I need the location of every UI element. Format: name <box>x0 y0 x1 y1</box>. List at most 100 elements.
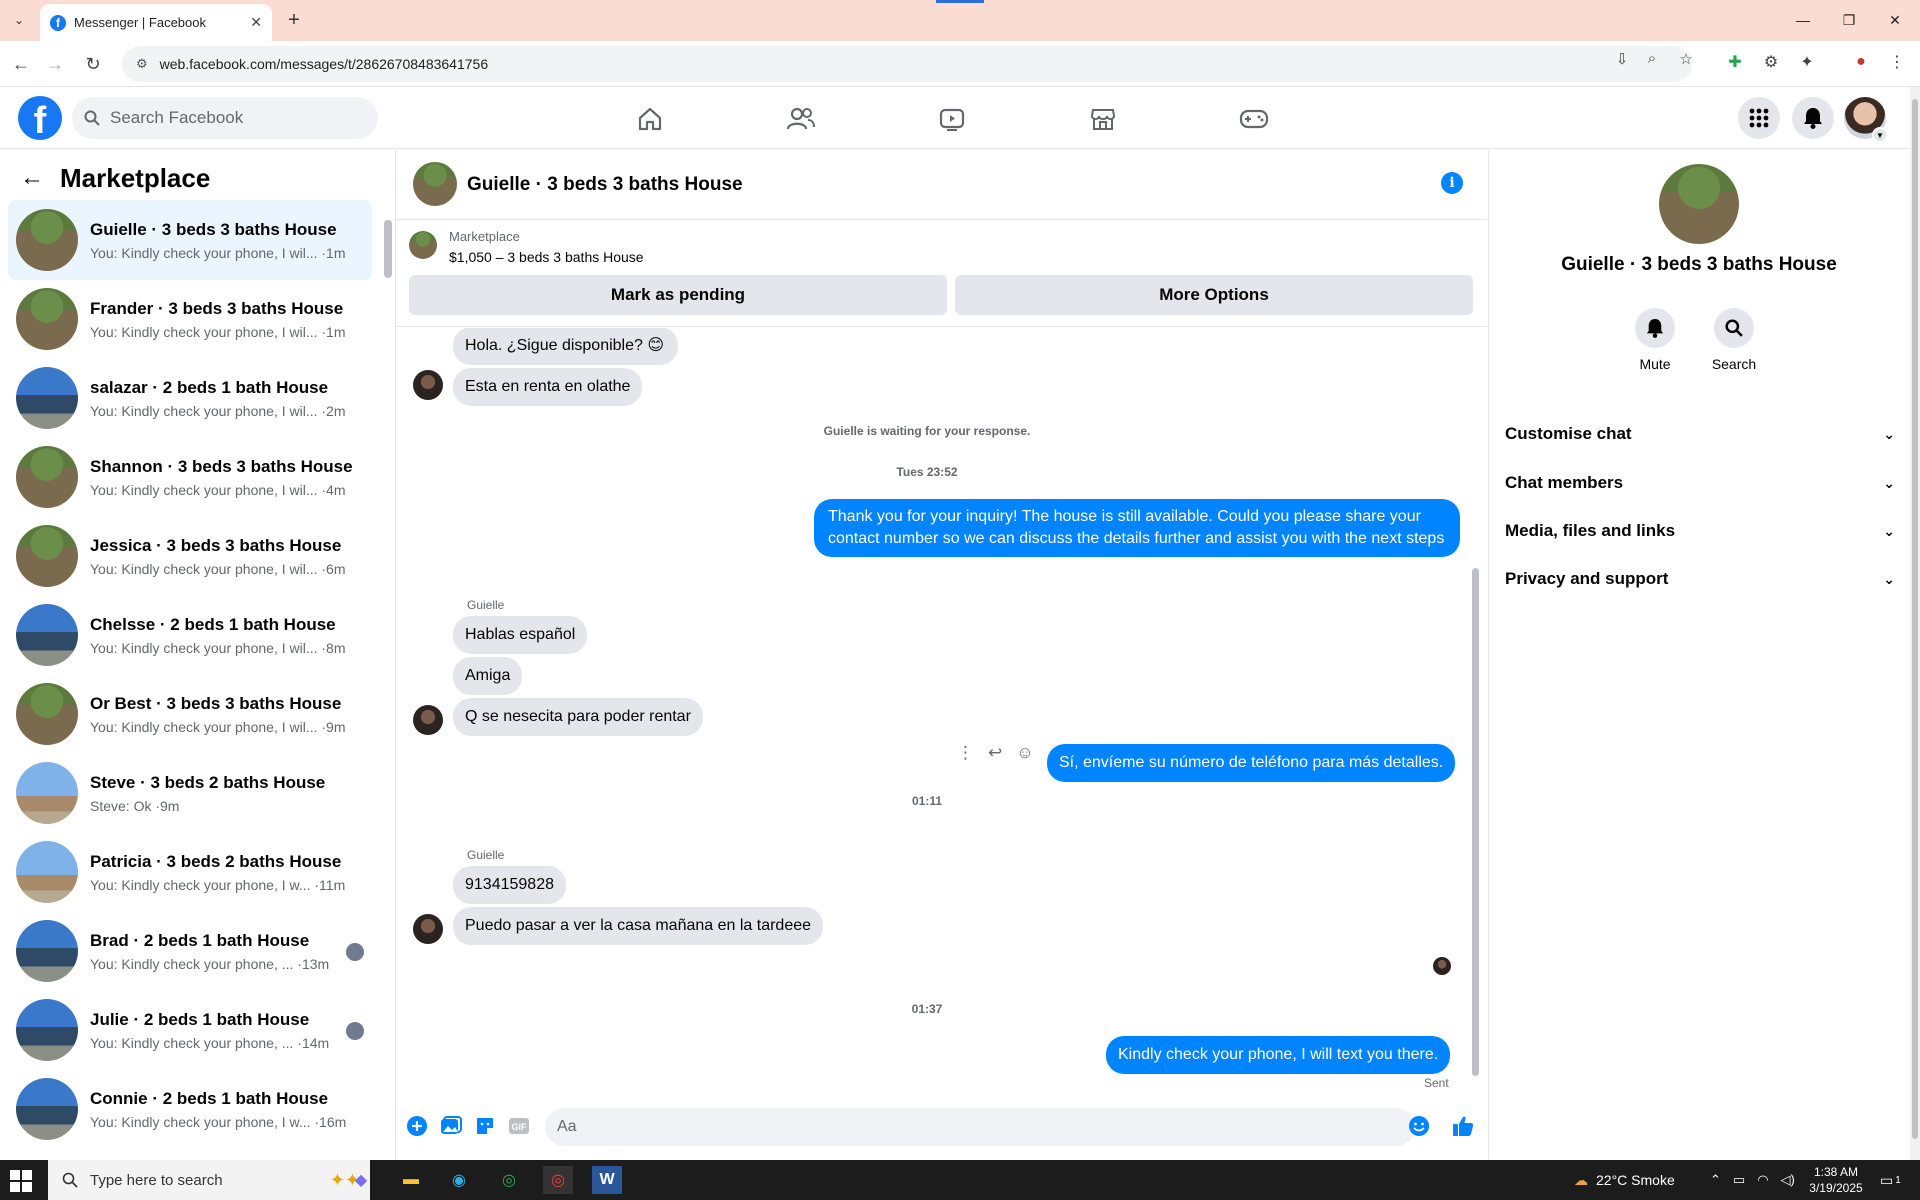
nav-friends[interactable] <box>746 97 856 141</box>
conversation-item[interactable]: Jessica · 3 beds 3 baths House You: Kindl… <box>8 516 372 596</box>
like-button[interactable] <box>1451 1114 1475 1138</box>
chat-avatar[interactable] <box>413 162 457 206</box>
conversation-item[interactable]: Guielle · 3 beds 3 baths House You: Kindl… <box>8 200 372 280</box>
conversation-item[interactable]: salazar · 2 beds 1 bath House You: Kindly… <box>8 358 372 438</box>
search-in-chat-button[interactable]: Search <box>1694 308 1774 372</box>
incoming-message[interactable]: Q se nesecita para poder rentar <box>453 698 703 736</box>
back-arrow-icon[interactable]: ← <box>20 164 44 192</box>
bookmark-star-icon[interactable]: ☆ <box>1676 50 1696 68</box>
conversation-item[interactable]: Brad · 2 beds 1 bath House You: Kindly ch… <box>8 911 372 991</box>
taskbar-search-box[interactable]: Type here to search ✦✦ <box>48 1160 370 1200</box>
weather-widget[interactable]: ☁ 22°C Smoke <box>1574 1160 1675 1200</box>
menu-grid-button[interactable] <box>1738 97 1780 139</box>
facebook-search-input[interactable]: Search Facebook <box>72 97 378 139</box>
incoming-message[interactable]: Puedo pasar a ver la casa mañana en la t… <box>453 907 824 945</box>
chrome-active-icon[interactable]: ◎ <box>543 1166 573 1194</box>
forward-arrow-icon[interactable]: → <box>42 51 68 77</box>
back-arrow-icon[interactable]: ← <box>8 51 34 77</box>
more-vertical-icon[interactable]: ⋮ <box>957 743 974 763</box>
conversation-snippet: You: Kindly check your phone, I wil... ·… <box>90 639 346 656</box>
page-scrollbar[interactable] <box>1910 87 1920 1160</box>
conversation-item[interactable]: Steve · 3 beds 2 baths House Steve: Ok ·9… <box>8 753 372 833</box>
outgoing-message[interactable]: Sí, envíeme su número de teléfono para m… <box>1047 744 1456 782</box>
conversation-item[interactable]: Or Best · 3 beds 3 baths House You: Kindl… <box>8 674 372 754</box>
incoming-message[interactable]: Amiga <box>453 657 523 695</box>
reload-icon[interactable]: ↻ <box>80 51 106 77</box>
media-files-links-row[interactable]: Media, files and links ⌄ <box>1505 509 1895 553</box>
install-app-icon[interactable]: ⇩ <box>1612 50 1632 68</box>
facebook-logo[interactable]: f <box>18 96 62 140</box>
incoming-message[interactable]: 9134159828 <box>453 866 566 904</box>
sidebar-scrollbar[interactable] <box>384 220 392 278</box>
edge-browser-icon[interactable]: ◉ <box>444 1166 474 1194</box>
listing-thumbnail[interactable] <box>409 231 437 259</box>
reply-icon[interactable]: ↩ <box>988 743 1002 763</box>
copilot-app-icon[interactable]: ◆ <box>346 1166 376 1194</box>
volume-icon[interactable]: ◁) <box>1781 1172 1795 1188</box>
extensions-puzzle-icon[interactable]: ✦ <box>1796 51 1818 73</box>
react-smiley-icon[interactable]: ☺ <box>1016 743 1033 763</box>
meet-icon[interactable]: ▭ <box>1733 1172 1745 1188</box>
incoming-message[interactable]: Esta en renta en olathe <box>453 368 643 406</box>
conversation-item[interactable]: Connie · 2 beds 1 bath House You: Kindly … <box>8 1069 372 1149</box>
browser-tab[interactable]: f Messenger | Facebook ✕ <box>40 4 272 41</box>
notifications-button[interactable] <box>1792 97 1834 139</box>
tab-search-icon[interactable]: ⌄ <box>6 8 32 32</box>
network-icon[interactable]: ◠ <box>1757 1172 1768 1188</box>
conversation-item[interactable]: Frander · 3 beds 3 baths House You: Kindl… <box>8 279 372 359</box>
emoji-button[interactable] <box>1407 1114 1431 1138</box>
file-explorer-icon[interactable]: ▬ <box>396 1166 426 1194</box>
conversation-item[interactable]: Julie · 2 beds 1 bath House You: Kindly c… <box>8 990 372 1070</box>
info-icon[interactable]: i <box>1441 172 1463 194</box>
sender-avatar[interactable] <box>413 370 443 400</box>
customise-chat-row[interactable]: Customise chat ⌄ <box>1505 412 1895 456</box>
site-info-icon[interactable]: ⚙ <box>136 56 148 72</box>
more-options-button[interactable]: More Options <box>955 275 1473 315</box>
mark-as-pending-button[interactable]: Mark as pending <box>409 275 947 315</box>
chrome-icon[interactable]: ◎ <box>494 1166 524 1194</box>
conversation-item[interactable]: Patricia · 3 beds 2 baths House You: Kind… <box>8 832 372 912</box>
sticker-button[interactable] <box>473 1114 497 1138</box>
nav-home[interactable] <box>595 97 705 141</box>
word-app-icon[interactable]: W <box>592 1166 622 1194</box>
profile-icon[interactable]: ● <box>1850 51 1872 73</box>
thread-scrollbar[interactable] <box>1472 568 1479 1076</box>
zoom-icon[interactable]: ⌕ <box>1642 50 1662 67</box>
close-window-button[interactable]: ✕ <box>1872 8 1918 32</box>
sender-avatar[interactable] <box>413 705 443 735</box>
minimize-button[interactable]: — <box>1780 8 1826 32</box>
details-avatar[interactable] <box>1659 164 1739 244</box>
clock-time: 1:38 AM <box>1813 1165 1859 1179</box>
listing-price[interactable]: $1,050 – 3 beds 3 baths House <box>449 249 644 265</box>
chat-members-row[interactable]: Chat members ⌄ <box>1505 461 1895 505</box>
account-chevron-down-icon[interactable]: ▼ <box>1872 127 1888 143</box>
taskbar-clock[interactable]: 1:38 AM 3/19/2025 <box>1806 1164 1866 1196</box>
nav-video[interactable] <box>897 97 1007 141</box>
chevron-up-icon[interactable]: ⌃ <box>1710 1172 1721 1188</box>
tab-close-icon[interactable]: ✕ <box>250 14 262 31</box>
address-bar[interactable]: ⚙ web.facebook.com/messages/t/2862670848… <box>122 46 1692 82</box>
mute-button[interactable]: Mute <box>1615 308 1695 372</box>
new-tab-button[interactable]: + <box>282 8 306 32</box>
conversation-item[interactable]: Shannon · 3 beds 3 baths House You: Kindl… <box>8 437 372 517</box>
nav-gaming[interactable] <box>1199 97 1309 141</box>
nav-marketplace[interactable] <box>1048 97 1158 141</box>
chat-title[interactable]: Guielle · 3 beds 3 baths House <box>467 174 743 196</box>
sender-avatar[interactable] <box>413 914 443 944</box>
windows-start-icon[interactable] <box>10 1170 32 1192</box>
add-attachment-button[interactable] <box>405 1114 429 1138</box>
photo-button[interactable] <box>439 1114 463 1138</box>
conversation-item[interactable]: Chelsse · 2 beds 1 bath House You: Kindly… <box>8 595 372 675</box>
extension-robot-icon[interactable]: ⚙ <box>1760 51 1782 73</box>
privacy-support-row[interactable]: Privacy and support ⌄ <box>1505 557 1895 601</box>
gif-button[interactable]: GIF <box>507 1114 531 1138</box>
message-input[interactable]: Aa <box>545 1108 1415 1146</box>
incoming-message[interactable]: Hablas español <box>453 616 588 654</box>
extension-plus-icon[interactable]: ✚ <box>1724 51 1746 73</box>
notification-center-icon[interactable]: ▭ 1 <box>1880 1160 1901 1200</box>
browser-menu-icon[interactable]: ⋮ <box>1886 51 1908 73</box>
incoming-message[interactable]: Hola. ¿Sigue disponible? 😊 <box>453 328 679 365</box>
outgoing-message[interactable]: Kindly check your phone, I will text you… <box>1106 1036 1451 1074</box>
restore-button[interactable]: ❐ <box>1826 8 1872 32</box>
outgoing-message[interactable]: Thank you for your inquiry! The house is… <box>814 499 1460 557</box>
